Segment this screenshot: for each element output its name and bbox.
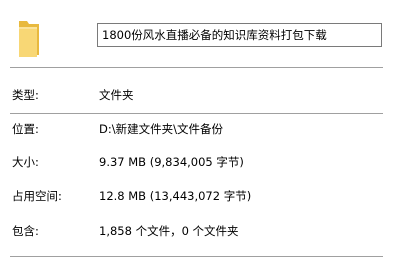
divider-middle <box>10 113 383 114</box>
contains-label: 包含: <box>12 224 39 238</box>
property-row-location: 位置: D:\新建文件夹\文件备份 <box>0 120 397 138</box>
size-on-disk-value[interactable]: 12.8 MB (13,443,072 字节) <box>99 187 251 205</box>
location-value[interactable]: D:\新建文件夹\文件备份 <box>99 120 223 138</box>
type-label: 类型: <box>12 88 39 102</box>
folder-name-field[interactable]: 1800份风水直播必备的知识库资料打包下载 <box>97 23 382 47</box>
divider-top <box>10 67 383 68</box>
size-value[interactable]: 9.37 MB (9,834,005 字节) <box>99 153 244 171</box>
location-label: 位置: <box>12 122 39 136</box>
contains-value[interactable]: 1,858 个文件，0 个文件夹 <box>99 222 239 240</box>
type-value[interactable]: 文件夹 <box>99 86 134 104</box>
property-row-size-on-disk: 占用空间: 12.8 MB (13,443,072 字节) <box>0 187 397 205</box>
size-label: 大小: <box>12 155 39 169</box>
folder-icon <box>13 15 43 60</box>
property-row-type: 类型: 文件夹 <box>0 86 397 104</box>
property-row-size: 大小: 9.37 MB (9,834,005 字节) <box>0 153 397 171</box>
size-on-disk-label: 占用空间: <box>12 189 62 203</box>
divider-bottom <box>10 256 383 257</box>
property-row-contains: 包含: 1,858 个文件，0 个文件夹 <box>0 222 397 240</box>
